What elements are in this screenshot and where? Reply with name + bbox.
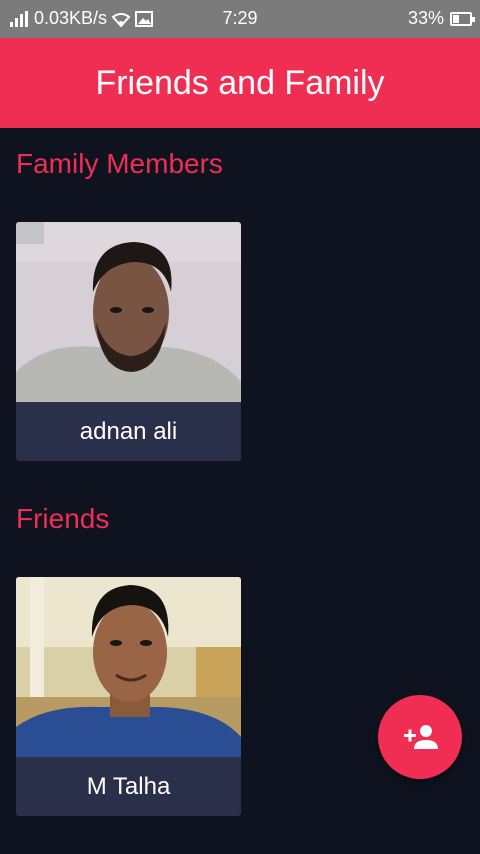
- person-card[interactable]: adnan ali: [16, 222, 241, 461]
- status-bar: 0.03KB/s 7:29 33%: [0, 0, 480, 38]
- add-person-icon: [404, 725, 438, 749]
- app-bar: Friends and Family: [0, 38, 480, 128]
- section-heading-family: Family Members: [16, 148, 223, 179]
- section-heading-friends: Friends: [16, 503, 110, 534]
- avatar: [16, 222, 241, 402]
- battery-percent: 33%: [407, 8, 444, 28]
- page-title: Friends and Family: [95, 63, 385, 102]
- avatar: [16, 577, 241, 757]
- status-right: 33%: [407, 8, 475, 29]
- person-name: M Talha: [86, 772, 171, 800]
- battery-icon: [450, 11, 475, 26]
- person-name: adnan ali: [79, 417, 178, 445]
- person-card[interactable]: M Talha: [16, 577, 241, 816]
- add-person-button[interactable]: [378, 695, 462, 779]
